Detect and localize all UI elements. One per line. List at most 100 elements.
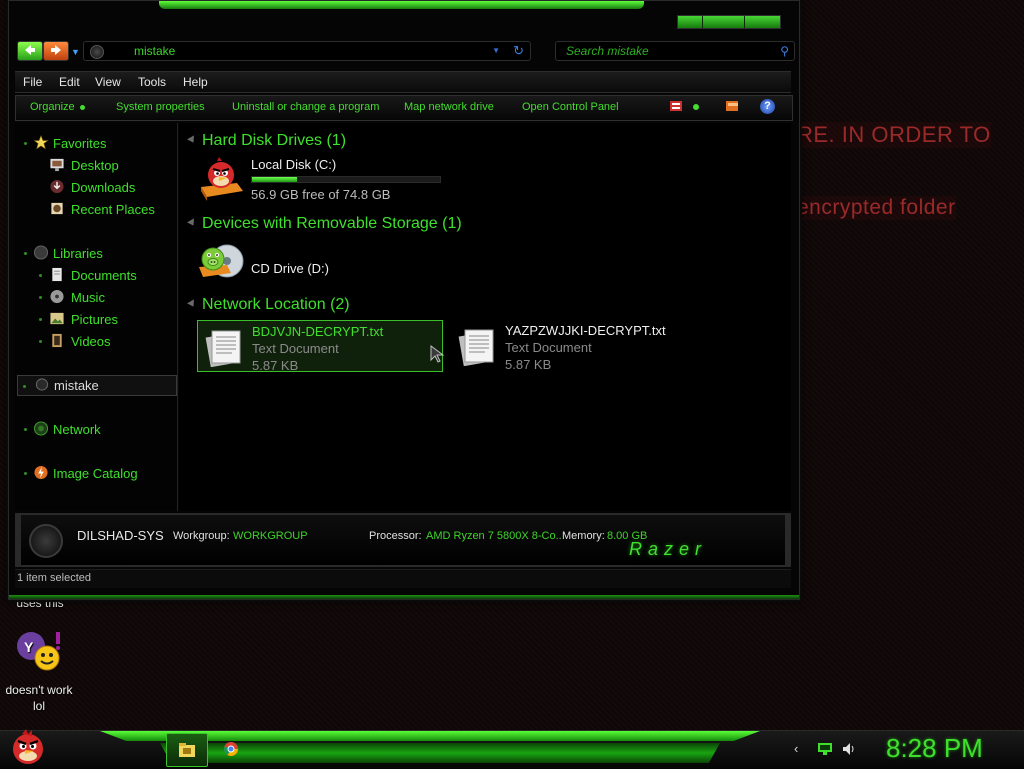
map-network-drive-button[interactable]: Map network drive (404, 101, 494, 113)
help-icon[interactable]: ? (760, 99, 775, 114)
explorer-window: ▼ mistake ▼ ↻ Search mistake ⚲ File Edit… (8, 0, 800, 600)
nav-network-label: Network (53, 422, 101, 437)
menu-view[interactable]: View (95, 75, 121, 89)
window-top-glow (159, 1, 644, 9)
disk-usage-bar (251, 176, 441, 183)
text-document-icon (205, 330, 241, 367)
organize-button[interactable]: Organize (30, 101, 85, 113)
nav-network[interactable]: Network (15, 419, 177, 439)
menu-help[interactable]: Help (183, 75, 208, 89)
nav-music[interactable]: Music (15, 287, 177, 307)
search-input[interactable]: Search mistake ⚲ (555, 41, 795, 61)
workgroup-value: WORKGROUP (233, 530, 308, 542)
local-disk-name: Local Disk (C:) (251, 157, 337, 172)
ransom-note-line2: encrypted folder (797, 196, 956, 220)
music-icon (50, 289, 64, 304)
nav-image-catalog-label: Image Catalog (53, 466, 138, 481)
content-pane: Hard Disk Drives (1) Local Disk (C:) 56.… (179, 123, 791, 511)
group-removable-storage[interactable]: Devices with Removable Storage (1) (179, 214, 791, 234)
file-item-bdjvjn-decrypt[interactable]: BDJVJN-DECRYPT.txt Text Document 5.87 KB (197, 320, 445, 373)
navigation-row: ▼ mistake ▼ ↻ Search mistake ⚲ (17, 41, 795, 63)
details-left-edge (15, 515, 21, 565)
details-pane: DILSHAD-SYS Workgroup: WORKGROUP Process… (15, 513, 791, 567)
menu-file[interactable]: File (23, 75, 42, 89)
group-hard-disk-drives[interactable]: Hard Disk Drives (1) (179, 131, 791, 151)
menu-bar: File Edit View Tools Help (15, 71, 791, 93)
nav-libraries[interactable]: Libraries (15, 243, 177, 263)
taskbar-clock[interactable]: 8:28 PM (886, 733, 983, 764)
address-dropdown-icon[interactable]: ▼ (492, 46, 500, 55)
nav-videos[interactable]: Videos (15, 331, 177, 351)
open-control-panel-button[interactable]: Open Control Panel (522, 101, 619, 113)
command-bar: Organize System properties Uninstall or … (15, 95, 793, 121)
file-name: YAZPZWJJKI-DECRYPT.txt (505, 323, 666, 338)
search-icon[interactable]: ⚲ (780, 44, 789, 58)
volume-icon[interactable] (842, 742, 856, 756)
expand-bullet-icon (39, 318, 42, 321)
nav-pictures[interactable]: Pictures (15, 309, 177, 329)
expand-bullet-icon (39, 274, 42, 277)
local-disk-c[interactable]: Local Disk (C:) 56.9 GB free of 74.8 GB (197, 155, 447, 203)
cd-drive-name: CD Drive (D:) (251, 261, 329, 276)
system-properties-button[interactable]: System properties (116, 101, 205, 113)
downloads-icon (50, 179, 64, 194)
nav-favorites-label: Favorites (53, 136, 107, 151)
taskbar-explorer-button[interactable] (166, 733, 208, 767)
preview-pane-icon[interactable] (726, 101, 738, 111)
group-network-title: Network Location (2) (202, 296, 350, 313)
nav-videos-label: Videos (71, 334, 111, 349)
nav-pictures-label: Pictures (71, 312, 118, 327)
expand-bullet-icon (24, 142, 27, 145)
text-document-icon (458, 329, 494, 366)
nav-documents-label: Documents (71, 268, 137, 283)
libraries-icon (33, 245, 49, 260)
expand-bullet-icon (39, 296, 42, 299)
expand-bullet-icon (23, 385, 26, 388)
nav-recent-places-label: Recent Places (71, 202, 155, 217)
status-bar: 1 item selected (15, 569, 791, 588)
taskbar-chrome-button[interactable] (212, 733, 252, 765)
collapse-triangle-icon (187, 299, 197, 309)
show-hidden-icons-icon[interactable]: ‹ (794, 741, 798, 756)
group-network-location[interactable]: Network Location (2) (179, 295, 791, 315)
navigation-pane: Favorites Desktop Downloads Recent Place… (15, 123, 178, 511)
nav-documents[interactable]: Documents (15, 265, 177, 285)
nav-mistake-label: mistake (54, 378, 99, 393)
organize-label: Organize (30, 101, 75, 113)
nav-image-catalog[interactable]: Image Catalog (15, 463, 177, 483)
back-button[interactable] (17, 41, 43, 61)
nav-recent-places[interactable]: Recent Places (15, 199, 177, 219)
file-size: 5.87 KB (505, 357, 552, 372)
uninstall-program-button[interactable]: Uninstall or change a program (232, 101, 379, 113)
menu-tools[interactable]: Tools (138, 75, 166, 89)
nav-desktop[interactable]: Desktop (15, 155, 177, 175)
razer-logo: Razer (629, 539, 708, 559)
nav-favorites[interactable]: Favorites (15, 133, 177, 153)
cd-drive-d[interactable]: CD Drive (D:) (197, 239, 447, 285)
star-icon (33, 135, 49, 150)
address-text: mistake (134, 44, 176, 58)
mouse-cursor-icon (430, 345, 445, 363)
refresh-icon[interactable]: ↻ (513, 43, 524, 59)
minimize-button[interactable] (702, 16, 703, 28)
nav-downloads[interactable]: Downloads (15, 177, 177, 197)
status-text: 1 item selected (17, 572, 91, 584)
network-tray-icon[interactable] (818, 743, 832, 755)
menu-edit[interactable]: Edit (59, 75, 80, 89)
expand-bullet-icon (39, 340, 42, 343)
forward-button[interactable] (43, 41, 69, 61)
view-dropdown-icon[interactable] (692, 103, 704, 113)
desktop-icon-yahoo[interactable]: Y doesn't work lol (6, 628, 73, 713)
ransom-note-line1: RE. IN ORDER TO (797, 122, 991, 148)
file-type: Text Document (505, 340, 592, 355)
view-options-icon[interactable] (670, 101, 682, 111)
start-button-angry-bird-icon[interactable] (8, 727, 48, 767)
search-placeholder: Search mistake (566, 44, 649, 58)
file-item-yazpzwjjki-decrypt[interactable]: YAZPZWJJKI-DECRYPT.txt Text Document 5.8… (451, 320, 695, 372)
recent-pages-chevron-icon[interactable]: ▼ (71, 47, 80, 57)
collapse-triangle-icon (187, 218, 197, 228)
address-bar[interactable]: mistake ▼ ↻ (83, 41, 531, 61)
maximize-button[interactable] (744, 16, 745, 28)
forward-arrow-icon (51, 45, 61, 55)
nav-mistake[interactable]: mistake (17, 375, 177, 396)
